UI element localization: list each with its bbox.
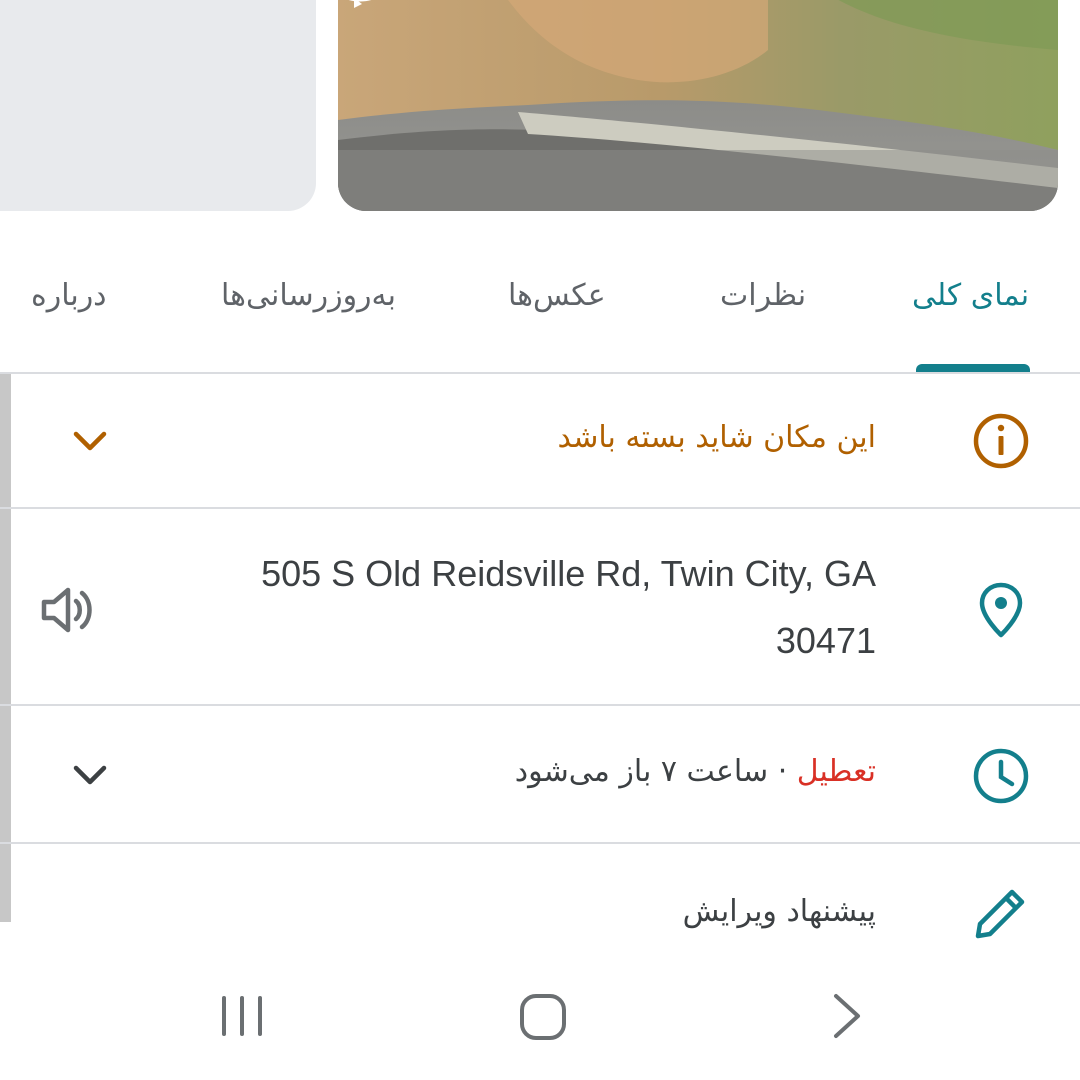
street-view-photo[interactable] <box>338 0 1058 211</box>
tab-updates[interactable]: به‌روزرسانی‌ها <box>221 278 396 313</box>
speaker-icon[interactable] <box>40 585 96 635</box>
info-icon <box>973 413 1029 469</box>
hours-detail: ساعت ۷ باز می‌شود <box>514 754 769 789</box>
tab-photos[interactable]: عکس‌ها <box>508 278 606 313</box>
hours-row[interactable]: تعطیل · ساعت ۷ باز می‌شود <box>0 706 1080 842</box>
photo-thumbnail-left[interactable] <box>0 0 316 211</box>
place-tabs: نمای کلی نظرات عکس‌ها به‌روزرسانی‌ها درب… <box>0 240 1080 372</box>
active-tab-indicator <box>916 364 1030 372</box>
street-view-image <box>338 0 1058 211</box>
rotate-360-icon <box>348 0 372 8</box>
chevron-down-icon[interactable] <box>70 754 110 794</box>
address-line-2: 30471 <box>775 620 876 661</box>
address-line-1: 505 S Old Reidsville Rd, Twin City, GA <box>261 553 876 594</box>
hours-status: تعطیل <box>796 754 876 789</box>
recent-apps-icon[interactable] <box>218 992 266 1040</box>
back-icon[interactable] <box>828 992 868 1040</box>
address-row[interactable]: 505 S Old Reidsville Rd, Twin City, GA 3… <box>0 509 1080 704</box>
closed-notice-text: این مکان شاید بسته باشد <box>557 420 876 455</box>
chevron-down-icon[interactable] <box>70 420 110 460</box>
tab-reviews[interactable]: نظرات <box>720 278 806 313</box>
suggest-edit-row[interactable]: پیشنهاد ویرایش <box>0 844 1080 950</box>
tab-about[interactable]: درباره <box>31 278 107 313</box>
location-pin-icon <box>979 582 1023 638</box>
pencil-icon <box>975 889 1025 939</box>
hours-separator: · <box>768 754 797 789</box>
system-navigation-bar <box>0 950 1080 1080</box>
home-icon[interactable] <box>518 992 568 1042</box>
hours-text: تعطیل · ساعت ۷ باز می‌شود <box>515 754 876 789</box>
clock-icon <box>973 748 1029 804</box>
suggest-edit-label: پیشنهاد ویرایش <box>682 894 876 929</box>
tab-overview[interactable]: نمای کلی <box>912 278 1029 313</box>
closed-notice-row[interactable]: این مکان شاید بسته باشد <box>0 374 1080 508</box>
